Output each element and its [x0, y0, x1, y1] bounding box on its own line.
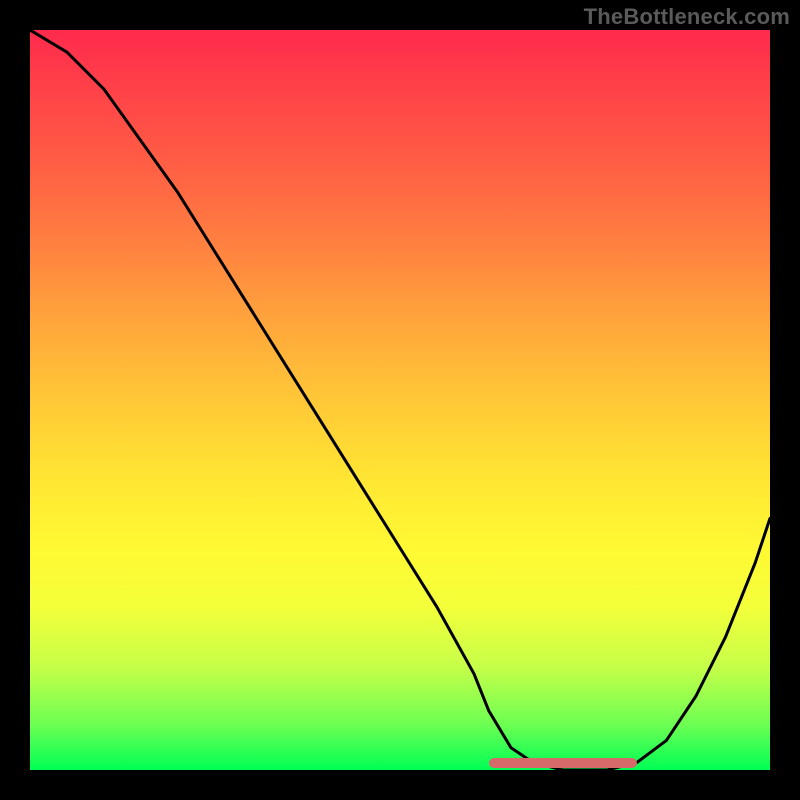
chart-frame: TheBottleneck.com: [0, 0, 800, 800]
flat-minimum-highlight: [489, 758, 637, 768]
watermark-text: TheBottleneck.com: [584, 4, 790, 30]
curve-svg: [30, 30, 770, 770]
bottleneck-curve-path: [30, 30, 770, 770]
gradient-plot-area: [30, 30, 770, 770]
